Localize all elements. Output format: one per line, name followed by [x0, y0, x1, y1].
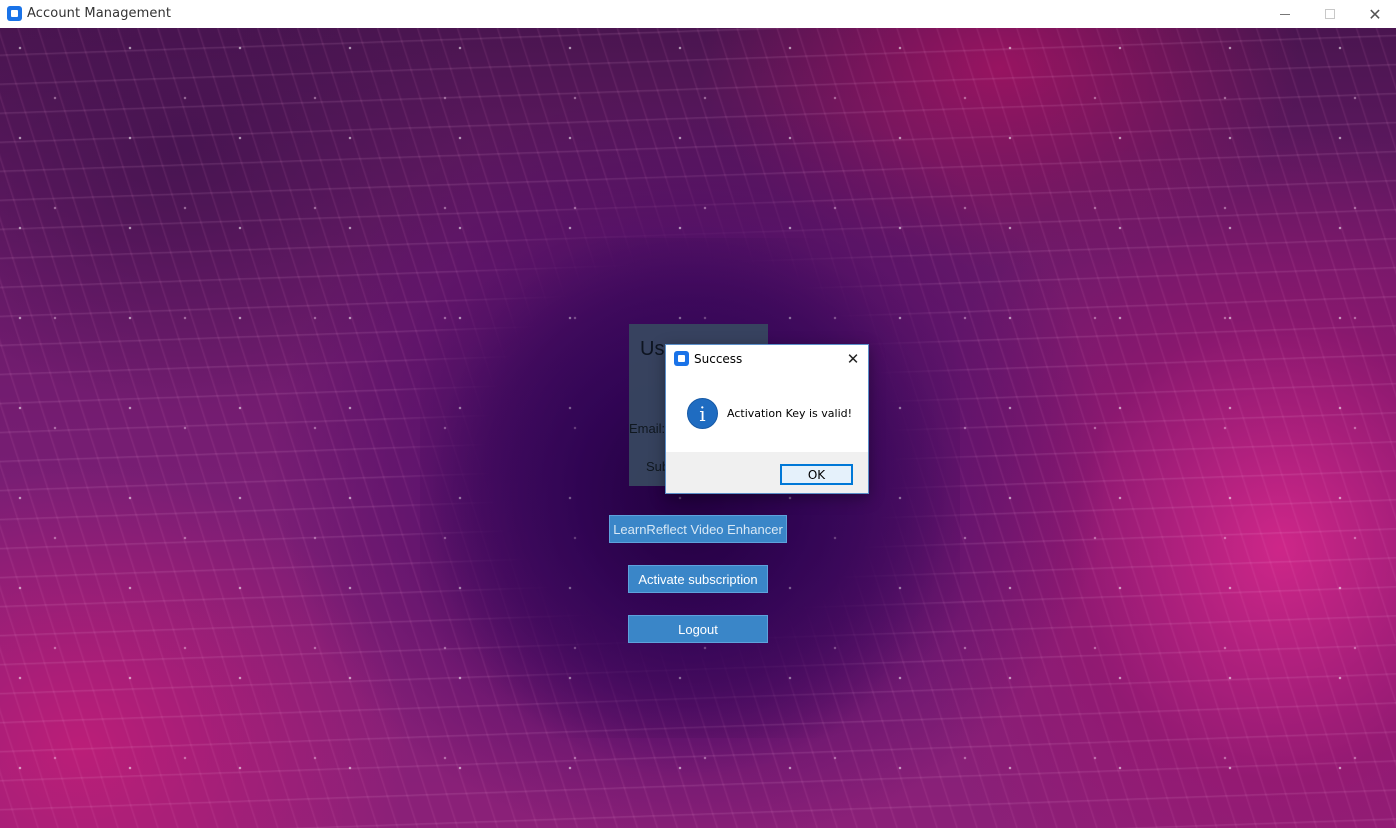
close-icon: ✕: [846, 350, 860, 368]
success-dialog: Success ✕ i Activation Key is valid! OK: [665, 344, 869, 494]
window-titlebar: Account Management ✕: [0, 0, 1396, 28]
close-icon: ✕: [1368, 4, 1382, 24]
dialog-close-button[interactable]: ✕: [842, 348, 864, 370]
maximize-button[interactable]: [1307, 0, 1353, 28]
info-icon: i: [687, 398, 718, 429]
dialog-message: Activation Key is valid!: [727, 407, 853, 420]
dialog-app-icon: [674, 351, 689, 366]
email-label: Email:: [629, 421, 666, 436]
minimize-button[interactable]: [1262, 0, 1308, 28]
logout-button[interactable]: Logout: [628, 615, 768, 643]
dialog-footer: OK: [666, 452, 868, 493]
dialog-title: Success: [694, 352, 743, 366]
maximize-icon: [1325, 9, 1335, 19]
video-enhancer-button[interactable]: LearnReflect Video Enhancer: [609, 515, 787, 543]
dialog-titlebar: Success ✕: [666, 345, 868, 373]
minimize-icon: [1280, 13, 1290, 15]
panel-title: Us: [640, 338, 665, 360]
close-button[interactable]: ✕: [1352, 0, 1396, 28]
app-icon: [7, 6, 22, 21]
ok-button[interactable]: OK: [780, 464, 853, 485]
window-title: Account Management: [27, 6, 172, 21]
activate-subscription-button[interactable]: Activate subscription: [628, 565, 768, 593]
